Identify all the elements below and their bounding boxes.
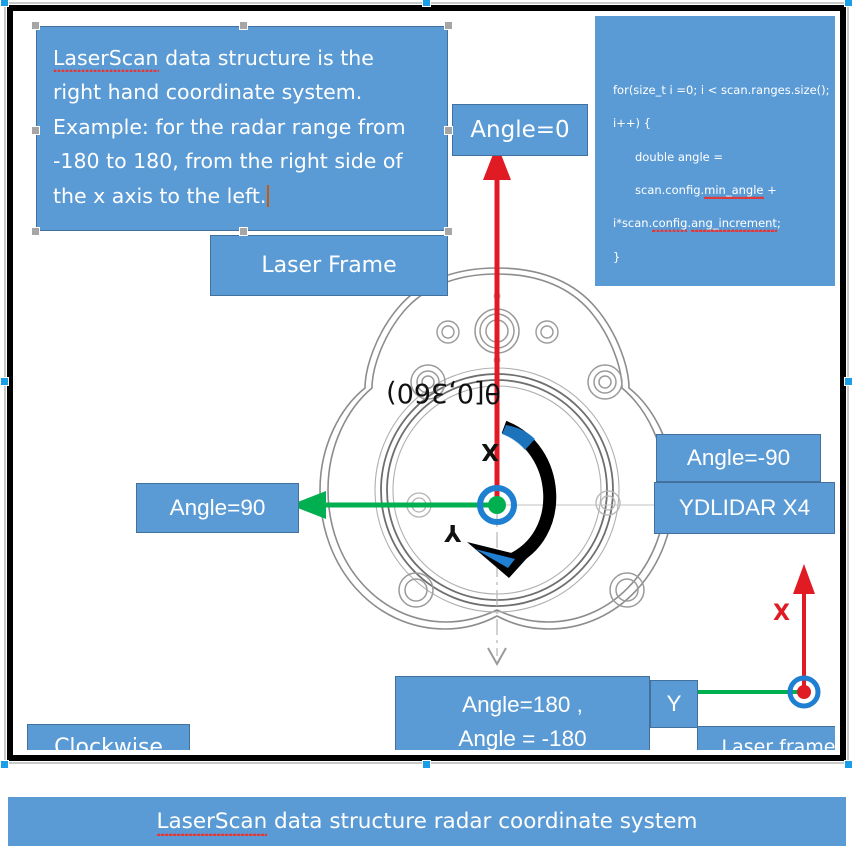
caption-spell-error: LaserScan xyxy=(156,809,268,836)
label-clockwise[interactable]: Clockwise xyxy=(27,724,190,750)
picture-handle-nw[interactable] xyxy=(0,0,9,7)
label-angle-minus-90-text: Angle=-90 xyxy=(686,445,791,471)
diagram-plate: θ[0,360) X Y X Angle=0 Laser Frame Angle… xyxy=(20,16,835,750)
label-laser-frame-mini-text: Laser frame xyxy=(721,736,835,750)
picture-handle-s[interactable] xyxy=(422,760,431,769)
label-ydlidar-x4-text: YDLIDAR X4 xyxy=(678,495,811,521)
spell-error-ang-increment: ang_increment xyxy=(691,216,777,233)
label-angle-180-line2: Angle = -180 xyxy=(458,726,587,750)
label-angle-90[interactable]: Angle=90 xyxy=(136,483,299,533)
slide-canvas: θ[0,360) X Y X Angle=0 Laser Frame Angle… xyxy=(0,0,853,853)
caption-rest: data structure radar coordinate system xyxy=(267,809,698,834)
label-clockwise-text: Clockwise xyxy=(54,735,163,750)
picture-selection-frame[interactable]: θ[0,360) X Y X Angle=0 Laser Frame Angle… xyxy=(0,0,853,769)
resize-handle-n[interactable] xyxy=(239,21,248,30)
label-ydlidar-x4[interactable]: YDLIDAR X4 xyxy=(654,482,835,534)
picture-handle-se[interactable] xyxy=(844,760,853,769)
spell-error-min-angle: min_angle xyxy=(704,183,764,200)
code-line-1: for(size_t i =0; i < scan.ranges.size();… xyxy=(613,83,830,131)
label-angle-0[interactable]: Angle=0 xyxy=(452,104,588,156)
code-snippet-box[interactable]: for(size_t i =0; i < scan.ranges.size();… xyxy=(595,16,835,286)
resize-handle-w[interactable] xyxy=(31,126,40,135)
label-y-axis-text: Y xyxy=(666,691,682,717)
resize-handle-se[interactable] xyxy=(444,227,453,236)
label-angle-0-text: Angle=0 xyxy=(470,116,570,143)
resize-handle-e[interactable] xyxy=(444,126,453,135)
mini-axis-x-label: X xyxy=(773,601,790,626)
resize-handle-ne[interactable] xyxy=(444,21,453,30)
picture-handle-n[interactable] xyxy=(422,0,431,7)
picture-handle-e[interactable] xyxy=(844,377,853,386)
theta-range-label: θ[0,360) xyxy=(386,377,501,408)
axis-y-label: Y xyxy=(444,519,461,545)
picture-handle-sw[interactable] xyxy=(0,760,9,769)
label-y-axis-box[interactable]: Y xyxy=(650,680,698,728)
label-angle-90-text: Angle=90 xyxy=(169,495,266,521)
resize-handle-sw[interactable] xyxy=(31,227,40,236)
picture-handle-w[interactable] xyxy=(0,377,9,386)
caption-bar[interactable]: LaserScan data structure radar coordinat… xyxy=(8,797,846,846)
resize-handle-s[interactable] xyxy=(239,227,248,236)
note-textbox-handles[interactable] xyxy=(31,21,453,236)
code-line-2: double angle = scan.config.min_angle + xyxy=(635,149,777,200)
label-laser-frame[interactable]: Laser Frame xyxy=(210,235,448,296)
code-line-3: i*scan.config.ang_increment; xyxy=(613,216,781,233)
label-laser-frame-mini[interactable]: Laser frame xyxy=(697,726,835,750)
picture-handle-ne[interactable] xyxy=(844,0,853,7)
spell-error-config: config xyxy=(652,216,688,233)
label-angle-minus-90[interactable]: Angle=-90 xyxy=(656,434,821,482)
code-line-4: } xyxy=(613,249,621,264)
axis-x-label: X xyxy=(481,438,499,464)
label-laser-frame-text: Laser Frame xyxy=(261,252,397,278)
resize-handle-nw[interactable] xyxy=(31,21,40,30)
label-angle-180[interactable]: Angle=180 , Angle = -180 xyxy=(395,676,650,750)
label-angle-180-line1: Angle=180 , xyxy=(462,692,583,718)
